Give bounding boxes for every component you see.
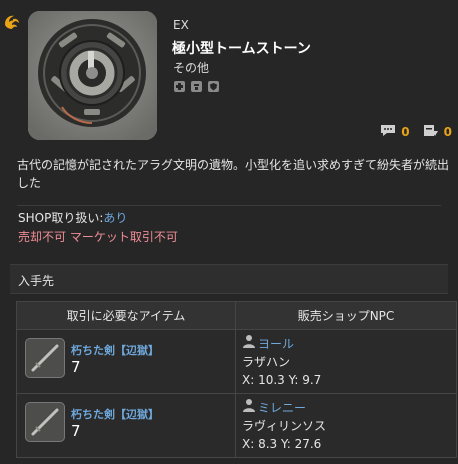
- unique-icon: [173, 80, 186, 93]
- sword-icon[interactable]: [25, 338, 65, 378]
- column-header-cost-item: 取引に必要なアイテム: [16, 301, 236, 330]
- item-type: その他: [173, 61, 210, 75]
- npc-cell: ミレニー ラヴィリンソス X: 8.3 Y: 27.6: [235, 393, 457, 458]
- npc-coordinates: X: 10.3 Y: 9.7: [242, 373, 322, 387]
- shop-label: SHOP取り扱い:: [18, 211, 104, 225]
- table-row: 朽ちた剣【辺獄】 7 ヨール ラザハン X: 10.3 Y: 9.7: [16, 329, 457, 394]
- cost-item-cell: 朽ちた剣【辺獄】 7: [16, 329, 236, 394]
- item-description: 古代の記憶が記されたアラグ文明の遺物。小型化を追い求めすぎて紛失者が続出した: [17, 158, 450, 190]
- shop-availability: SHOP取り扱い:あり: [18, 210, 127, 226]
- npc-zone: ラザハン: [242, 355, 291, 369]
- npc-name-link[interactable]: ヨール: [258, 335, 294, 353]
- report-icon[interactable]: [422, 123, 440, 141]
- npc-name-link[interactable]: ミレニー: [258, 399, 306, 417]
- shop-value-link[interactable]: あり: [103, 211, 127, 225]
- cost-item-link[interactable]: 朽ちた剣【辺獄】: [71, 342, 159, 358]
- person-icon: [242, 334, 256, 353]
- column-header-npc: 販売ショップNPC: [235, 301, 457, 330]
- untradable-icon: [190, 80, 203, 93]
- item-counts: 0 0: [379, 123, 452, 141]
- comment-count: 0: [401, 125, 410, 139]
- item-name: 極小型トームストーン: [172, 41, 311, 57]
- item-category: EX: [173, 18, 189, 32]
- trade-restrictions: 売却不可 マーケット取引不可: [18, 230, 178, 244]
- cost-quantity: 7: [71, 358, 81, 376]
- npc-cell: ヨール ラザハン X: 10.3 Y: 9.7: [235, 329, 457, 394]
- item-flags: [173, 80, 220, 93]
- sword-icon[interactable]: [25, 402, 65, 442]
- npc-zone: ラヴィリンソス: [242, 419, 327, 433]
- cost-item-cell: 朽ちた剣【辺獄】 7: [16, 393, 236, 458]
- divider: [17, 205, 441, 206]
- cost-quantity: 7: [71, 422, 81, 440]
- cost-item-link[interactable]: 朽ちた剣【辺獄】: [71, 406, 159, 422]
- shield-icon: [207, 80, 220, 93]
- report-count: 0: [443, 125, 452, 139]
- ex-badge-icon: [2, 12, 22, 32]
- acquisition-header: 入手先: [10, 264, 448, 294]
- table-row: 朽ちた剣【辺獄】 7 ミレニー ラヴィリンソス X: 8.3 Y: 27.6: [16, 393, 457, 458]
- npc-coordinates: X: 8.3 Y: 27.6: [242, 437, 322, 451]
- person-icon: [242, 398, 256, 417]
- shop-table: 取引に必要なアイテム 販売ショップNPC 朽ちた剣【辺獄】 7 ヨール ラザハン: [16, 301, 457, 458]
- item-icon: [28, 11, 157, 140]
- comment-icon[interactable]: [379, 123, 397, 141]
